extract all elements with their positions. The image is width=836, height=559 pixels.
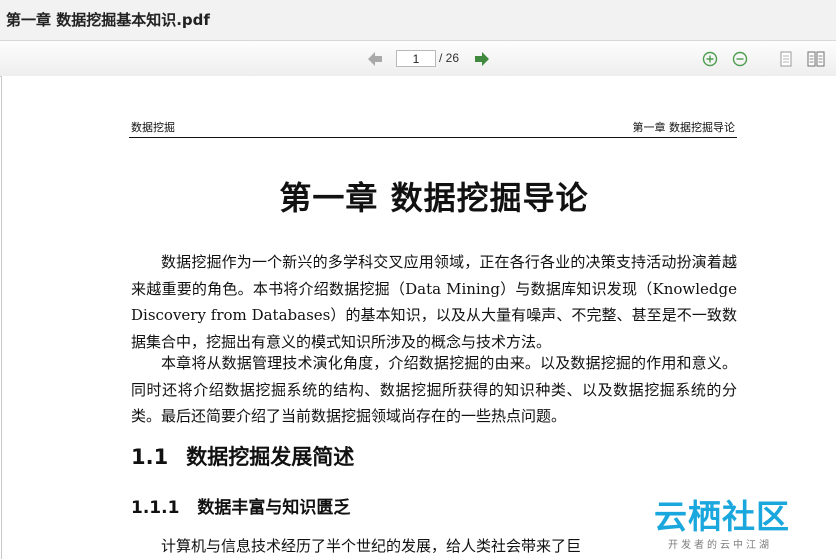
zoom-in-icon [702, 51, 718, 66]
intro-paragraph-2: 本章将从数据管理技术演化角度，介绍数据挖掘的由来。以及数据挖掘的作用和意义。同时… [131, 354, 737, 425]
watermark: 云栖社区 开发者的云中江湖 [654, 490, 830, 558]
zoom-in-button[interactable] [699, 41, 721, 76]
viewer-toolbar: 1 / 26 [0, 41, 836, 77]
next-page-button[interactable] [471, 41, 493, 76]
title-bar: 第一章 数据挖掘基本知识.pdf [0, 0, 836, 41]
page-total-label: / 26 [439, 51, 460, 65]
running-header-right: 第一章 数据挖掘导论 [632, 121, 736, 134]
section-title: 数据挖掘发展简述 [186, 445, 355, 469]
arrow-right-icon [475, 51, 489, 66]
page-number-input[interactable]: 1 [396, 50, 436, 67]
arrow-left-icon [368, 51, 382, 66]
two-page-view-button[interactable] [804, 41, 828, 76]
running-header-left: 数据挖掘 [131, 121, 175, 134]
zoom-out-icon [732, 51, 748, 66]
previous-page-button[interactable] [364, 41, 386, 76]
subsection-heading: 1.1.1 数据丰富与知识匮乏 [131, 493, 368, 518]
chapter-title: 第一章 数据挖掘导论 [279, 179, 589, 217]
watermark-tagline: 开发者的云中江湖 [668, 540, 772, 551]
header-rule [129, 137, 737, 138]
zoom-out-button[interactable] [729, 41, 751, 76]
body-paragraph-partial: 计算机与信息技术经历了半个世纪的发展，给人类社会带来了巨 [161, 537, 582, 555]
single-page-icon [780, 51, 792, 66]
two-page-icon [807, 51, 825, 66]
document-title: 第一章 数据挖掘基本知识.pdf [6, 11, 210, 29]
single-page-view-button[interactable] [775, 41, 797, 76]
section-heading: 1.1 数据挖掘发展简述 [131, 441, 372, 471]
subsection-number: 1.1.1 [131, 498, 180, 518]
intro-paragraph-1: 数据挖掘作为一个新兴的多学科交叉应用领域，正在各行各业的决策支持活动扮演着越来越… [131, 253, 737, 351]
subsection-title: 数据丰富与知识匮乏 [197, 498, 351, 518]
watermark-logo: 云栖社区 [654, 497, 790, 536]
section-number: 1.1 [131, 445, 169, 469]
